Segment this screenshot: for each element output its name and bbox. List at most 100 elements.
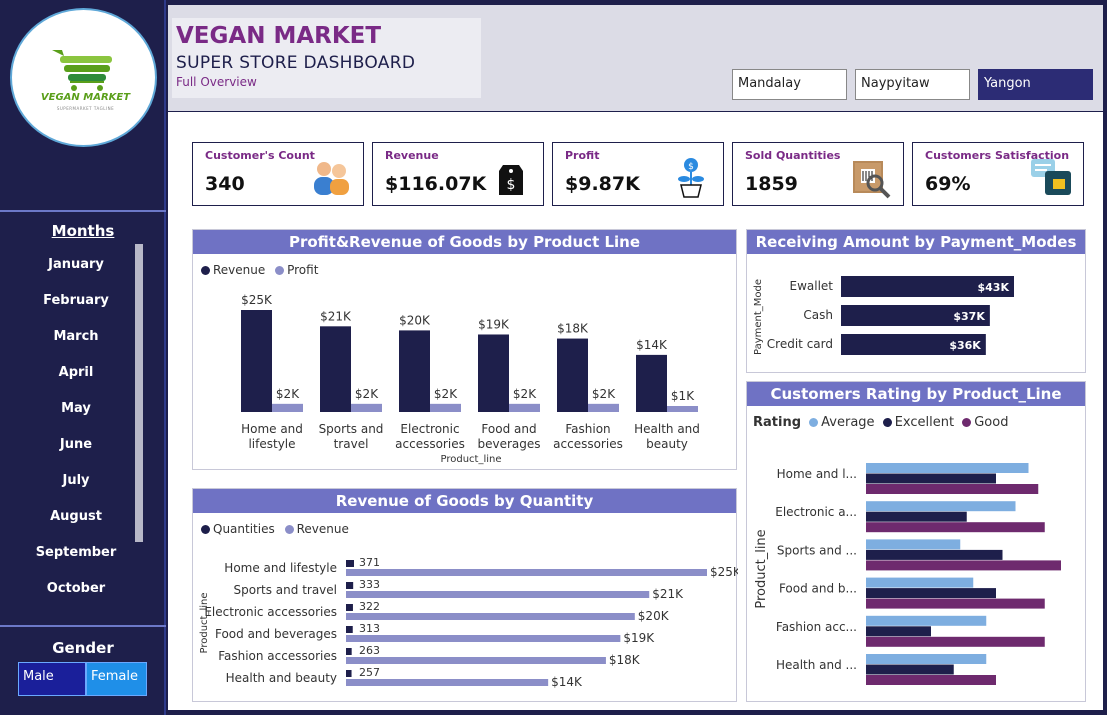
price-tag-icon: $ [499, 165, 523, 195]
data-label: $18K [609, 653, 641, 667]
revenue-quantity-chart: Home and lifestyle 371 $25K Sports and trav… [199, 556, 738, 689]
kpi-label: Profit [565, 149, 600, 162]
data-label: 313 [359, 622, 380, 635]
category-label: Cash [803, 308, 833, 322]
kpi-value: 1859 [745, 173, 798, 195]
bar [351, 403, 382, 412]
bar [509, 403, 540, 412]
category-label: Home and [241, 422, 303, 436]
month-item[interactable]: June [0, 437, 152, 452]
category-label: Food and beverages [215, 627, 337, 641]
kpi-label: Revenue [385, 149, 439, 162]
category-label: Electronic [400, 422, 459, 436]
kpi-card: Sold Quantities 1859 [732, 142, 904, 206]
bar [866, 615, 987, 626]
data-label: $21K [320, 309, 352, 323]
month-item[interactable]: September [0, 545, 152, 560]
gender-male-button[interactable]: Male [18, 662, 86, 696]
sidebar: VEGAN MARKET SUPERMARKET TAGLINE Months … [0, 0, 166, 715]
city-filter-yangon[interactable]: Yangon [978, 69, 1093, 100]
category-label: accessories [395, 437, 465, 451]
bar [320, 326, 351, 412]
category-label: Food and b... [779, 582, 857, 596]
category-label: Electronic a... [775, 505, 857, 519]
bar [866, 549, 1003, 560]
header: VEGAN MARKET SUPER STORE DASHBOARD Full … [168, 5, 1103, 111]
svg-text:$: $ [507, 177, 516, 193]
bar [866, 577, 974, 588]
bar [866, 654, 987, 664]
kpi-card: Profit $9.87K $ [552, 142, 724, 206]
bar [557, 338, 588, 412]
gender-female-button[interactable]: Female [86, 662, 147, 696]
bar [866, 539, 961, 550]
kpi-card: Customer's Count 340 [192, 142, 364, 206]
bar [866, 522, 1045, 533]
bar [866, 664, 954, 675]
bar [241, 310, 272, 412]
kpi-label: Sold Quantities [745, 149, 841, 162]
x-axis-title: Product_line [440, 454, 501, 465]
bar [866, 675, 996, 685]
category-label: Fashion [565, 422, 610, 436]
sidebar-divider [0, 210, 166, 212]
payment-modes-chart: Ewallet $43K Cash $37K Credit card $36K Paymen… [753, 276, 1014, 355]
logo-text: VEGAN MARKET [40, 92, 131, 103]
data-label: $37K [953, 310, 985, 323]
data-label: $18K [557, 322, 589, 336]
category-label: Sports and ... [777, 543, 857, 557]
data-label: $25K [241, 293, 273, 307]
main-content: Customer's Count 340 Revenue $116.07K $ … [168, 112, 1103, 710]
category-label: Health and [634, 422, 700, 436]
bar [866, 501, 1016, 512]
bar [866, 463, 1029, 473]
month-item[interactable]: April [0, 365, 152, 380]
barcode-box-icon [853, 161, 891, 199]
cart-icon [52, 50, 112, 91]
data-label: $36K [949, 339, 981, 352]
dashboard: VEGAN MARKET SUPERMARKET TAGLINE Months … [0, 0, 1107, 715]
bar [399, 330, 430, 412]
bar [866, 511, 967, 522]
category-label: beauty [646, 437, 688, 451]
data-label: $14K [551, 675, 583, 689]
svg-text:$: $ [688, 162, 694, 172]
data-label: 263 [359, 644, 380, 657]
month-item[interactable]: March [0, 329, 152, 344]
page-caption: Full Overview [176, 75, 257, 89]
bar [636, 354, 667, 412]
customers-rating-panel: Customers Rating by Product_Line Rating … [746, 381, 1086, 702]
city-filter-mandalay[interactable]: Mandalay [732, 69, 847, 100]
kpi-value: $9.87K [565, 173, 640, 195]
month-item[interactable]: January [0, 257, 152, 272]
data-label: $21K [652, 587, 684, 601]
city-filter-naypyitaw[interactable]: Naypyitaw [855, 69, 970, 100]
bar [346, 582, 354, 589]
month-item[interactable]: May [0, 401, 152, 416]
data-label: $25K [710, 565, 738, 579]
bar [346, 591, 650, 598]
data-label: $43K [978, 281, 1010, 294]
category-label: Food and [481, 422, 536, 436]
data-label: $14K [636, 338, 668, 352]
bar [346, 648, 352, 655]
month-item[interactable]: February [0, 293, 152, 308]
kpi-label: Customer's Count [205, 149, 315, 162]
month-item[interactable]: August [0, 509, 152, 524]
category-label: beverages [477, 437, 540, 451]
data-label: $2K [513, 387, 537, 401]
y-axis-title: Product_line [199, 592, 210, 653]
category-label: Electronic accessories [204, 605, 337, 619]
bar [866, 484, 1039, 494]
bar [478, 334, 509, 412]
kpi-value: 340 [205, 173, 245, 195]
y-axis-title: Payment_Mode [753, 279, 764, 355]
month-item[interactable]: July [0, 473, 152, 488]
feedback-icon [1031, 159, 1071, 195]
months-scrollbar[interactable] [135, 244, 143, 542]
bar [346, 626, 353, 633]
data-label: $2K [276, 387, 300, 401]
category-label: Fashion acc... [776, 620, 857, 634]
category-label: Home and lifestyle [224, 561, 337, 575]
month-item[interactable]: October [0, 581, 152, 596]
